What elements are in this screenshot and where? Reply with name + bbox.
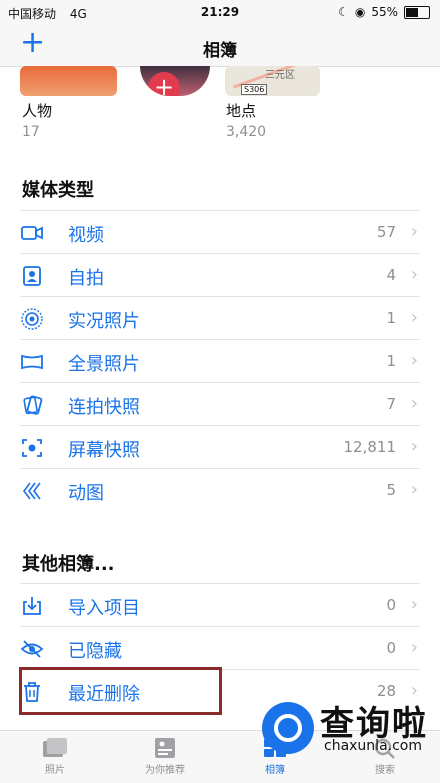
list-item-panoramas[interactable]: 全景照片 1 › [20,339,420,383]
list-item-count: 0 [386,596,396,614]
panorama-icon [21,354,43,370]
list-item-label: 实况照片 [68,311,140,332]
animated-icon [23,482,41,500]
list-item-count: 4 [386,266,396,284]
chevron-right-icon: › [410,393,418,414]
list-item-hidden[interactable]: 已隐藏 0 › [20,626,420,670]
chevron-right-icon: › [410,479,418,500]
navigation-bar: + 相簿 [0,24,440,67]
tab-for-you[interactable]: 为你推荐 [110,731,220,783]
tab-label: 相簿 [265,765,285,776]
list-item-imports[interactable]: 导入项目 0 › [20,583,420,627]
chevron-right-icon: › [410,350,418,371]
chevron-right-icon: › [410,264,418,285]
import-icon [23,597,41,615]
list-item-videos[interactable]: 视频 57 › [20,210,420,254]
album-count-places: 3,420 [226,124,267,140]
people-add-thumbnail[interactable]: + [140,66,210,96]
for-you-tab-icon [155,738,175,758]
chevron-right-icon: › [410,307,418,328]
status-right: ☾ ◉ 55% [338,5,430,19]
list-item-count: 1 [386,309,396,327]
page-title: 相簿 [203,41,237,61]
section-title-other-albums: 其他相簿... [22,554,115,575]
hidden-icon [20,640,44,658]
list-item-bursts[interactable]: 连拍快照 7 › [20,382,420,426]
orientation-lock-icon: ◉ [354,5,366,19]
list-item-label: 已隐藏 [68,641,122,662]
map-road-shield: S306 [241,84,268,95]
live-photo-icon [21,308,43,330]
list-item-count: 5 [386,481,396,499]
chevron-right-icon: › [410,594,418,615]
screenshot-icon [22,439,42,457]
album-count-people: 17 [22,124,40,140]
chevron-right-icon: › [410,436,418,457]
battery-fill [406,7,418,17]
list-item-count: 0 [386,639,396,657]
photos-tab-icon [43,738,67,757]
list-item-animated[interactable]: 动图 5 › [20,468,420,512]
watermark-search-icon [262,702,314,754]
list-item-count: 1 [386,352,396,370]
list-item-label: 动图 [68,483,104,504]
add-person-icon[interactable]: + [148,72,180,96]
selfie-icon [23,266,41,286]
section-title-media-types: 媒体类型 [22,180,94,201]
list-item-live-photos[interactable]: 实况照片 1 › [20,296,420,340]
list-item-label: 自拍 [68,268,104,289]
tab-label: 照片 [45,765,65,776]
moon-icon: ☾ [338,5,349,19]
list-item-label: 导入项目 [68,598,140,619]
list-item-label: 视频 [68,225,104,246]
list-item-label: 连拍快照 [68,397,140,418]
list-item-count: 7 [386,395,396,413]
burst-icon [23,395,43,415]
places-album-thumbnail[interactable]: 三元区 S306 [225,66,320,96]
recently-deleted-highlight-box [19,667,222,715]
battery-percent: 55% [371,5,398,19]
list-item-selfies[interactable]: 自拍 4 › [20,253,420,297]
video-icon [21,226,43,240]
list-item-screenshots[interactable]: 屏幕快照 12,811 › [20,425,420,469]
people-album-thumbnail[interactable] [20,66,117,96]
tab-photos[interactable]: 照片 [0,731,110,783]
album-label-places[interactable]: 地点 [226,100,256,121]
list-item-label: 屏幕快照 [68,440,140,461]
album-label-people[interactable]: 人物 [22,100,52,121]
list-item-count: 12,811 [343,438,397,456]
chevron-right-icon: › [410,221,418,242]
tab-label: 搜索 [375,765,395,776]
status-bar: 中国移动 4G 21:29 ☾ ◉ 55% [0,0,440,24]
battery-icon [404,5,430,19]
watermark-logo: 查询啦 chaxunla.com [262,690,440,760]
map-area-label: 三元区 [265,70,295,81]
list-item-label: 全景照片 [68,354,140,375]
list-item-count: 57 [376,223,396,241]
watermark-subtitle: chaxunla.com [324,738,422,754]
tab-label: 为你推荐 [145,765,185,776]
chevron-right-icon: › [410,637,418,658]
